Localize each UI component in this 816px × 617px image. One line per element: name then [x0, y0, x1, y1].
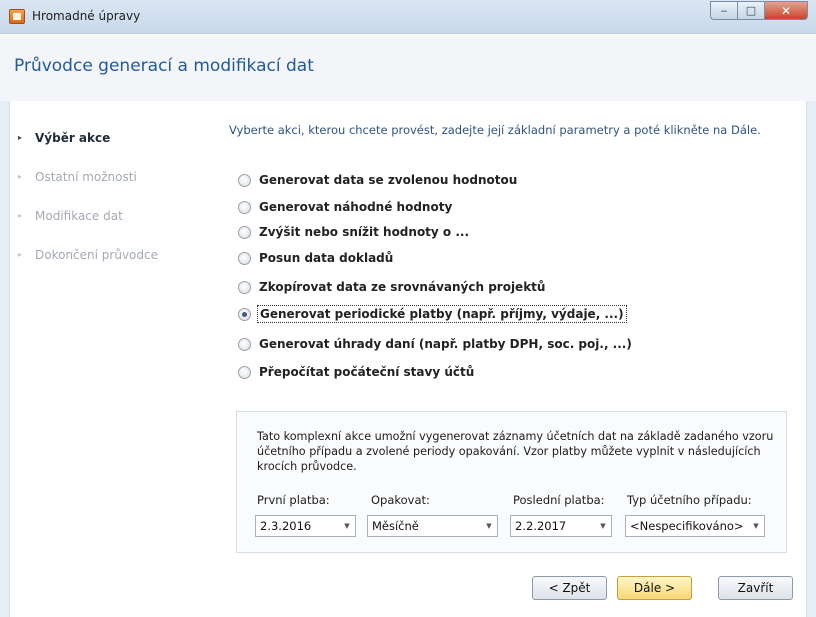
- chevron-down-icon[interactable]: ▼: [339, 522, 355, 530]
- option-zvysit-snizit[interactable]: Zvýšit nebo snížit hodnoty o ...: [238, 221, 471, 243]
- option-label: Přepočítat počáteční stavy účtů: [259, 365, 475, 379]
- frame-left-border: [0, 101, 10, 617]
- page-title: Průvodce generací a modifikací dat: [14, 56, 314, 76]
- option-periodicke-platby[interactable]: Generovat periodické platby (např. příjm…: [238, 303, 627, 325]
- wizard-steps: ▸ Výběr akce ▸ Ostatní možnosti ▸ Modifi…: [18, 118, 208, 274]
- radio-button[interactable]: [238, 280, 251, 294]
- close-window-button[interactable]: ✕: [764, 1, 808, 20]
- repeat-dropdown[interactable]: Měsíčně ▼: [367, 515, 498, 537]
- first-payment-label: První platba:: [257, 493, 330, 507]
- chevron-down-icon[interactable]: ▼: [748, 522, 764, 530]
- step-dokonceni-pruvodce: ▸ Dokončení průvodce: [18, 235, 208, 274]
- step-vyber-akce[interactable]: ▸ Výběr akce: [18, 118, 208, 157]
- step-label: Dokončení průvodce: [35, 247, 158, 262]
- step-dot-icon: ▸: [18, 250, 23, 259]
- option-posun-data[interactable]: Posun data dokladů: [238, 247, 395, 269]
- option-uhrady-dani[interactable]: Generovat úhrady daní (např. platby DPH,…: [238, 333, 634, 355]
- minimize-icon: ‒: [720, 4, 728, 17]
- last-payment-value: 2.2.2017: [515, 519, 567, 533]
- close-icon: ✕: [780, 3, 792, 18]
- radio-button[interactable]: [238, 225, 251, 239]
- step-modifikace-dat: ▸ Modifikace dat: [18, 196, 208, 235]
- case-type-label: Typ účetního případu:: [627, 493, 752, 507]
- last-payment-dropdown[interactable]: 2.2.2017 ▼: [510, 515, 612, 537]
- step-ostatni-moznosti: ▸ Ostatní možnosti: [18, 157, 208, 196]
- frame-right-border: [806, 101, 816, 617]
- repeat-label: Opakovat:: [371, 493, 430, 507]
- step-dot-icon: ▸: [18, 172, 23, 181]
- option-nahodne-hodnoty[interactable]: Generovat náhodné hodnoty: [238, 196, 454, 218]
- app-icon: [9, 9, 25, 24]
- close-button[interactable]: Zavřít: [718, 576, 793, 600]
- chevron-down-icon[interactable]: ▼: [481, 522, 497, 530]
- action-description: Tato komplexní akce umožní vygenerovat z…: [257, 430, 774, 473]
- radio-button[interactable]: [238, 337, 251, 351]
- step-arrow-icon: ▸: [18, 133, 23, 142]
- maximize-button[interactable]: □: [737, 1, 764, 20]
- radio-button[interactable]: [238, 365, 251, 379]
- last-payment-label: Poslední platba:: [513, 493, 605, 507]
- case-type-value: <Nespecifikováno>: [630, 519, 744, 533]
- option-zkopirovat-data[interactable]: Zkopírovat data ze srovnávaných projektů: [238, 276, 547, 298]
- option-label: Posun data dokladů: [259, 251, 394, 265]
- next-button[interactable]: Dále >: [617, 576, 692, 600]
- radio-button[interactable]: [238, 200, 251, 214]
- first-payment-value: 2.3.2016: [260, 519, 312, 533]
- step-dot-icon: ▸: [18, 211, 23, 220]
- radio-button[interactable]: [238, 173, 251, 187]
- wizard-header: Průvodce generací a modifikací dat: [0, 35, 816, 101]
- option-prepocitat-stavy[interactable]: Přepočítat počáteční stavy účtů: [238, 361, 476, 383]
- step-label: Výběr akce: [35, 130, 111, 145]
- step-label: Modifikace dat: [35, 208, 123, 223]
- option-label: Generovat data se zvolenou hodnotou: [259, 173, 518, 187]
- window-title: Hromadné úpravy: [32, 9, 141, 23]
- minimize-button[interactable]: ‒: [710, 1, 737, 20]
- option-label: Zvýšit nebo snížit hodnoty o ...: [259, 225, 470, 239]
- option-label: Zkopírovat data ze srovnávaných projektů: [259, 280, 546, 294]
- option-label: Generovat periodické platby (např. příjm…: [257, 305, 627, 323]
- instruction-text: Vyberte akci, kterou chcete provést, zad…: [229, 123, 761, 137]
- chevron-down-icon[interactable]: ▼: [595, 522, 611, 530]
- step-label: Ostatní možnosti: [35, 169, 137, 184]
- repeat-value: Měsíčně: [372, 519, 419, 533]
- back-button[interactable]: < Zpět: [532, 576, 607, 600]
- option-label: Generovat úhrady daní (např. platby DPH,…: [259, 337, 632, 351]
- case-type-dropdown[interactable]: <Nespecifikováno> ▼: [625, 515, 765, 537]
- maximize-icon: □: [745, 4, 757, 17]
- window-controls: ‒ □ ✕: [710, 1, 808, 20]
- radio-button[interactable]: [238, 251, 251, 265]
- option-label: Generovat náhodné hodnoty: [259, 200, 453, 214]
- radio-button-selected[interactable]: [238, 307, 251, 321]
- first-payment-dropdown[interactable]: 2.3.2016 ▼: [255, 515, 356, 537]
- title-bar: Hromadné úpravy ‒ □ ✕: [0, 0, 816, 34]
- parameters-panel: Tato komplexní akce umožní vygenerovat z…: [236, 411, 787, 553]
- option-generovat-data[interactable]: Generovat data se zvolenou hodnotou: [238, 169, 519, 191]
